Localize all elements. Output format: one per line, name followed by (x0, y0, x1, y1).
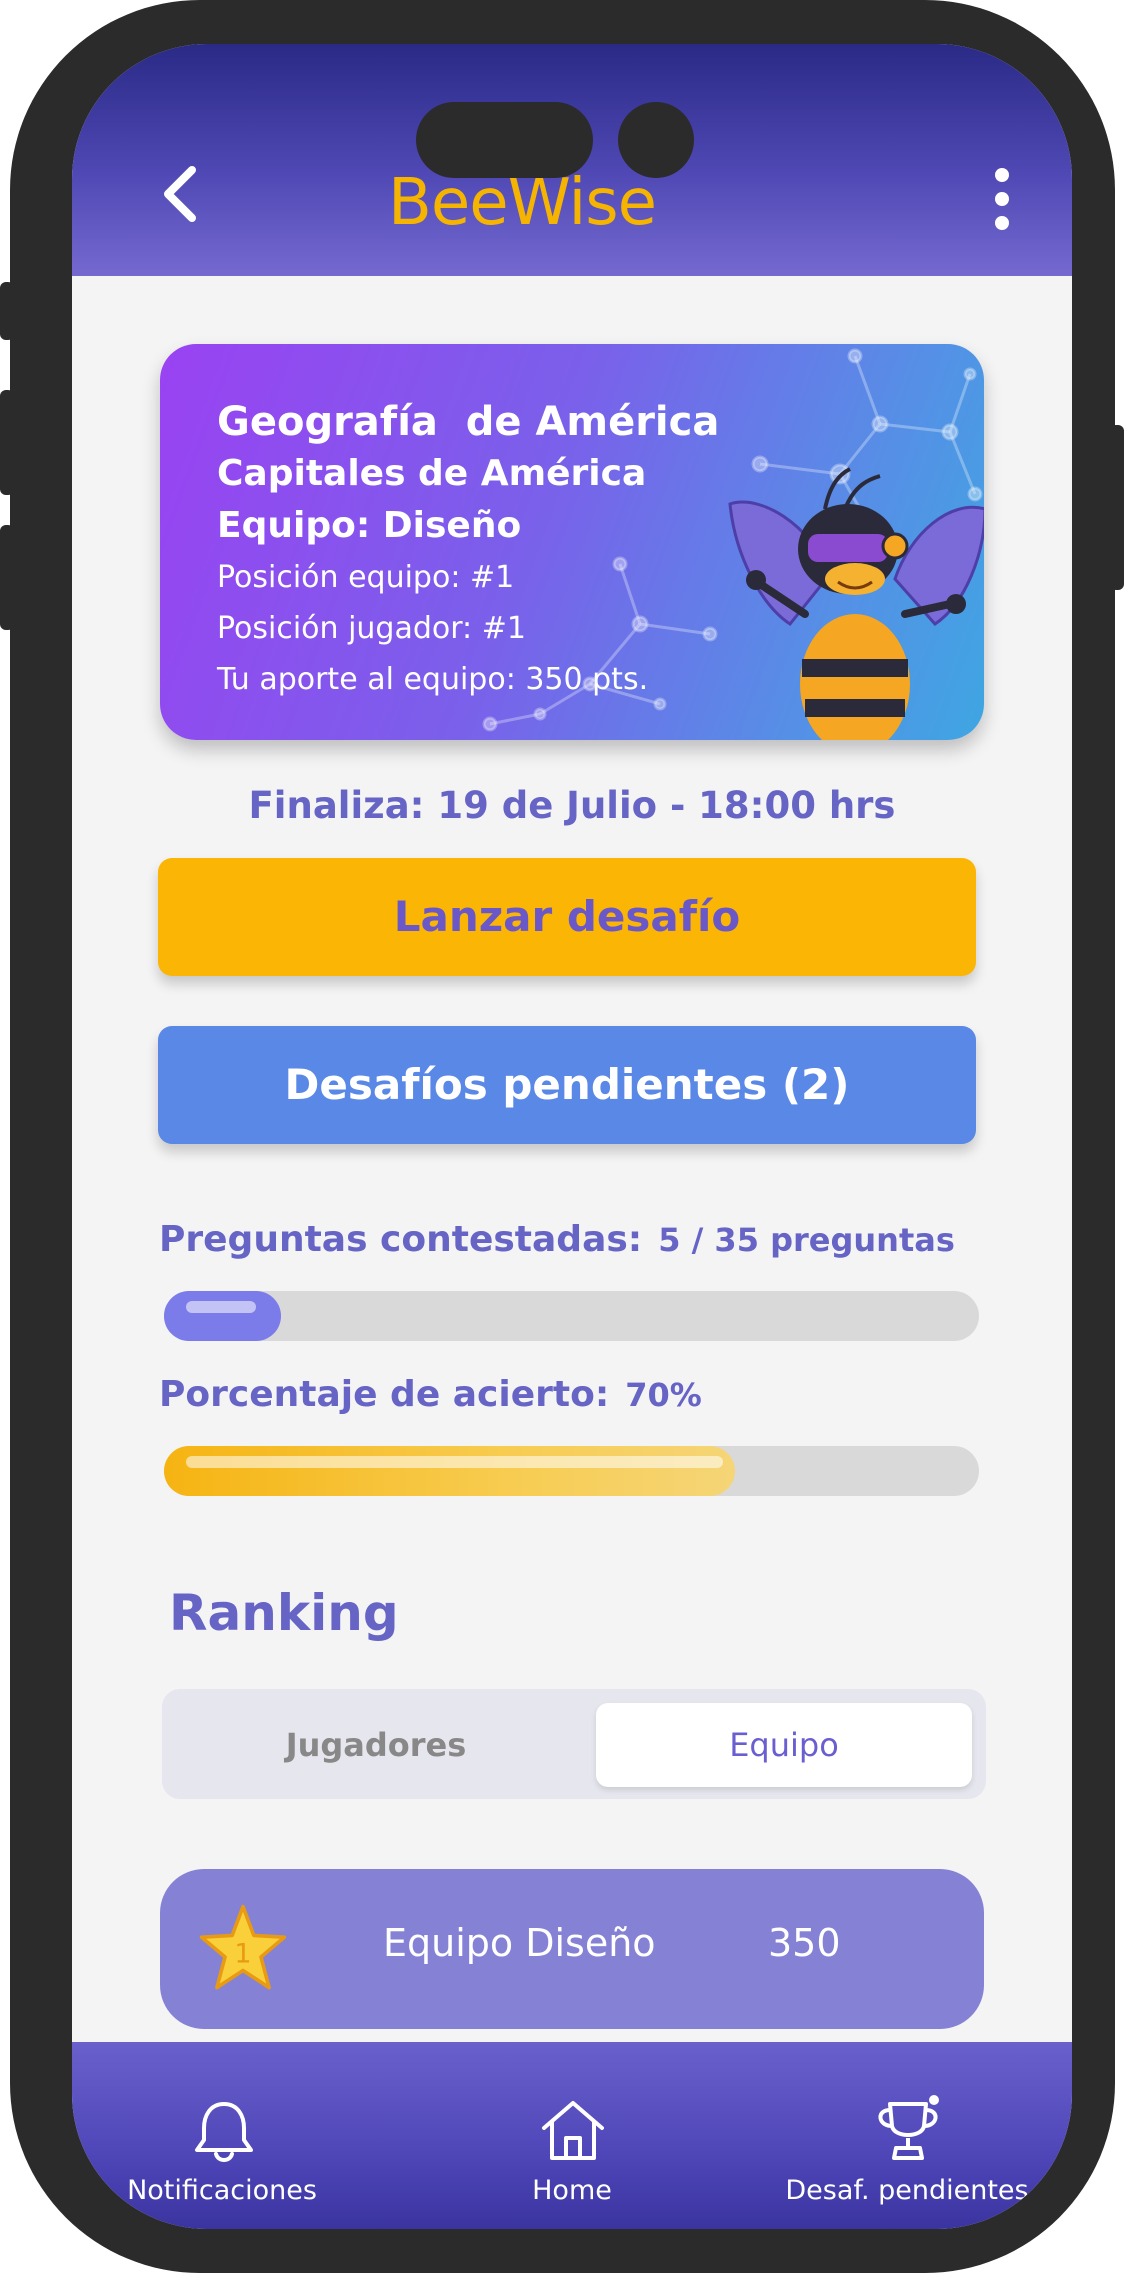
ranking-row[interactable]: 1 Equipo Diseño 350 (160, 1869, 984, 2029)
app-header: BeeWise (72, 44, 1072, 276)
tab-pending-label: Desaf. pendientes (785, 2175, 1029, 2206)
card-player-position: Posición jugador: #1 (217, 611, 526, 646)
card-topic: Capitales de América (217, 453, 647, 494)
questions-value: 5 / 35 preguntas (658, 1221, 955, 1259)
launch-challenge-button[interactable]: Lanzar desafío (158, 858, 976, 976)
card-contribution: Tu aporte al equipo: 350 pts. (217, 662, 649, 697)
back-button[interactable] (150, 162, 214, 226)
phone-frame: BeeWise Geografía de América Capitales d… (10, 0, 1115, 2273)
accuracy-progress-fill (164, 1446, 735, 1496)
card-team-position: Posición equipo: #1 (217, 560, 515, 595)
chevron-left-icon (164, 166, 196, 222)
questions-label: Preguntas contestadas: (159, 1219, 643, 1260)
pending-challenges-button[interactable]: Desafíos pendientes (2) (158, 1026, 976, 1144)
card-subject: Geografía de América (217, 399, 720, 445)
trophy-icon (878, 2095, 939, 2160)
ranking-tabs: Jugadores Equipo (162, 1689, 986, 1799)
challenge-card: Geografía de América Capitales de Améric… (160, 344, 984, 740)
tab-home-label: Home (532, 2175, 612, 2206)
app-screen: BeeWise Geografía de América Capitales d… (72, 44, 1072, 2229)
accuracy-label: Porcentaje de acierto: (159, 1374, 610, 1415)
camera-island (618, 102, 694, 178)
tab-pending-challenges[interactable]: Desaf. pendientes (782, 2042, 1032, 2229)
questions-progress-fill (164, 1291, 281, 1341)
accuracy-value: 70% (625, 1376, 702, 1414)
home-icon (542, 2101, 604, 2160)
deadline-text: Finaliza: 19 de Julio - 18:00 hrs (248, 784, 896, 827)
star-icon: 1 (199, 1904, 287, 1990)
questions-progress-shine (186, 1301, 257, 1313)
accuracy-progress-shine (186, 1456, 723, 1468)
camera-island (416, 102, 593, 178)
accuracy-progress-bar (164, 1446, 979, 1496)
bottom-tab-bar: Notificaciones Home Desaf. pendientes (72, 2042, 1072, 2229)
more-vertical-icon[interactable] (977, 164, 1027, 236)
ranking-title: Ranking (169, 1584, 399, 1642)
questions-stat: Preguntas contestadas: 5 / 35 preguntas (159, 1219, 955, 1260)
rank-team-name: Equipo Diseño (383, 1921, 656, 1965)
tab-team[interactable]: Equipo (596, 1703, 972, 1787)
tab-notifications[interactable]: Notificaciones (112, 2042, 332, 2229)
accuracy-stat: Porcentaje de acierto: 70% (159, 1374, 702, 1415)
tab-players[interactable]: Jugadores (176, 1703, 576, 1787)
card-team: Equipo: Diseño (217, 505, 522, 546)
questions-progress-bar (164, 1291, 979, 1341)
tab-home[interactable]: Home (472, 2042, 672, 2229)
card-details: Geografía de América Capitales de Améric… (217, 396, 719, 705)
rank-number: 1 (234, 1938, 251, 1969)
rank-team-score: 350 (768, 1921, 841, 1965)
tab-notifications-label: Notificaciones (127, 2175, 317, 2206)
bee-mascot-illustration (728, 467, 984, 740)
bell-icon (195, 2102, 253, 2162)
